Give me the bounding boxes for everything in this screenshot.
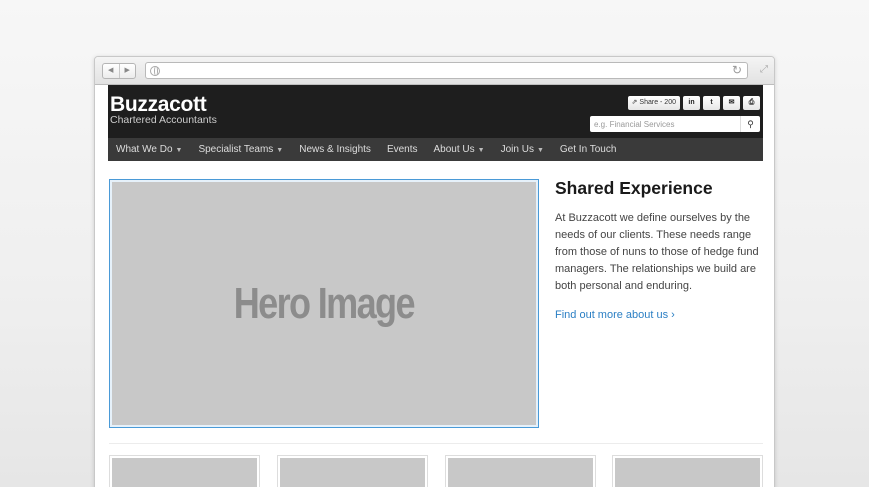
brand-name: Buzzacott	[110, 93, 207, 116]
nav-label: Events	[386, 144, 418, 155]
search-input[interactable]	[590, 116, 740, 132]
linkedin-icon[interactable]: in	[683, 96, 700, 110]
share-label: Share - 200	[639, 99, 676, 106]
about-us-link[interactable]: Find out more about us ›	[555, 309, 765, 321]
intro-panel: Shared Experience At Buzzacott we define…	[555, 178, 765, 321]
forward-icon[interactable]: ▶	[120, 64, 136, 78]
back-icon[interactable]: ◀	[103, 64, 120, 78]
caret-down-icon: ▼	[536, 147, 544, 154]
thumbnail-image	[112, 458, 257, 487]
nav-item-specialist-teams[interactable]: Specialist Teams ▼	[198, 144, 283, 155]
caret-down-icon: ▼	[175, 147, 183, 154]
nav-item-events[interactable]: Events	[387, 144, 418, 155]
thumbnail-image	[280, 458, 425, 487]
brand-tagline: Chartered Accountants	[110, 114, 217, 126]
email-icon[interactable]: ✉	[723, 96, 740, 110]
address-bar[interactable]: ↻	[145, 62, 748, 79]
thumbnail-card[interactable]	[277, 455, 428, 487]
nav-label: Get In Touch	[559, 144, 617, 155]
intro-title: Shared Experience	[555, 178, 713, 198]
thumbnail-card[interactable]	[612, 455, 763, 487]
fullscreen-icon[interactable]: ⤢	[760, 64, 768, 75]
print-icon[interactable]: ⎙	[743, 96, 760, 110]
share-icon: ⇗	[631, 99, 638, 106]
browser-toolbar: ◀ ▶ ↻ ⤢	[95, 57, 774, 85]
logo[interactable]: Buzzacott Chartered Accountants	[110, 93, 217, 126]
nav-item-about-us[interactable]: About Us ▼	[434, 144, 485, 155]
caret-down-icon: ▼	[477, 147, 485, 154]
globe-icon	[150, 66, 160, 76]
nav-item-get-in-touch[interactable]: Get In Touch	[560, 144, 617, 155]
history-buttons: ◀ ▶	[102, 63, 136, 79]
caret-down-icon: ▼	[276, 147, 284, 154]
nav-item-what-we-do[interactable]: What We Do ▼	[116, 144, 182, 155]
thumbnail-image	[615, 458, 760, 487]
thumbnail-image	[448, 458, 593, 487]
thumbnail-card[interactable]	[445, 455, 596, 487]
share-button[interactable]: ⇗ Share - 200	[627, 96, 680, 110]
twitter-icon[interactable]: t	[703, 96, 720, 110]
browser-window: ◀ ▶ ↻ ⤢ Buzzacott Chartered Accountants …	[94, 56, 775, 487]
nav-label: About Us	[433, 144, 475, 155]
nav-label: What We Do	[116, 144, 173, 155]
hero-image[interactable]: Hero Image	[109, 179, 539, 428]
thumbnail-card[interactable]	[109, 455, 260, 487]
main-nav: What We Do ▼ Specialist Teams ▼ News & Ins…	[108, 138, 763, 161]
reload-icon[interactable]: ↻	[732, 63, 742, 78]
intro-body: At Buzzacott we define ourselves by the …	[555, 212, 759, 292]
site-header: Buzzacott Chartered Accountants ⇗ Share …	[108, 85, 763, 138]
search-icon[interactable]: ⚲	[740, 116, 760, 132]
divider	[109, 443, 763, 444]
search-box: ⚲	[590, 116, 760, 132]
nav-label: Specialist Teams	[198, 144, 274, 155]
share-toolbar: ⇗ Share - 200 in t ✉ ⎙	[627, 96, 760, 110]
nav-label: News & Insights	[299, 144, 371, 155]
nav-item-news-insights[interactable]: News & Insights	[299, 144, 371, 155]
nav-item-join-us[interactable]: Join Us ▼	[501, 144, 544, 155]
hero-placeholder-text: Hero Image	[233, 278, 416, 328]
nav-label: Join Us	[500, 144, 534, 155]
